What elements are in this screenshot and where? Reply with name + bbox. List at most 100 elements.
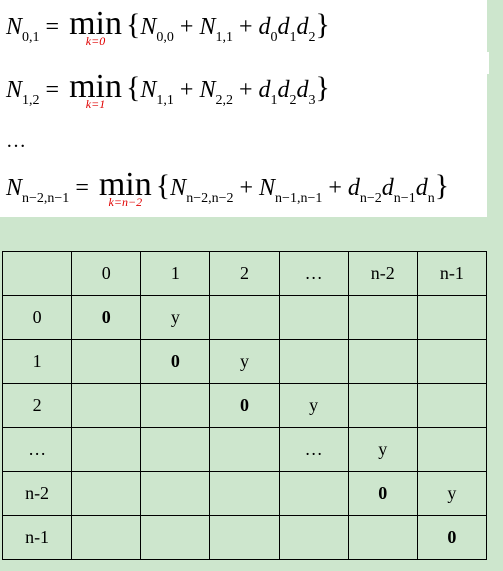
dimension-subscript: 2 bbox=[308, 30, 316, 45]
table-cell bbox=[278, 515, 349, 560]
table-row: 2 0y bbox=[1, 383, 488, 428]
table-cell bbox=[416, 339, 488, 384]
term-subscript: 0,0 bbox=[156, 30, 174, 45]
table-cell bbox=[209, 427, 280, 472]
term: N bbox=[140, 77, 157, 103]
dimension-term: d bbox=[258, 77, 271, 103]
table-cell bbox=[278, 339, 349, 384]
formula-lhs-subscript: n−2,n−1 bbox=[22, 191, 70, 206]
dimension-subscript: n−1 bbox=[393, 191, 416, 206]
term: N bbox=[199, 14, 216, 40]
column-header-cell: 2 bbox=[209, 251, 280, 296]
term: N bbox=[140, 14, 157, 40]
table-cell bbox=[278, 471, 349, 516]
column-header-cell: … bbox=[278, 251, 349, 296]
table-cell bbox=[416, 295, 488, 340]
table-cell bbox=[416, 427, 488, 472]
close-brace: } bbox=[315, 71, 330, 104]
table-cell: … bbox=[278, 427, 349, 472]
formula-lhs: N bbox=[6, 14, 23, 40]
dimension-subscript: 2 bbox=[289, 93, 297, 108]
dimension-term: d bbox=[381, 175, 394, 201]
panel-edge-mark bbox=[487, 52, 489, 74]
plus-sign: + bbox=[179, 14, 194, 40]
dimension-subscript: n bbox=[427, 191, 435, 206]
equals-sign: = bbox=[45, 14, 60, 40]
table-cell bbox=[71, 427, 142, 472]
table-cell: 0 bbox=[347, 471, 418, 516]
table-row: n-1 0 bbox=[1, 515, 488, 560]
plus-sign: + bbox=[328, 175, 342, 201]
plus-sign: + bbox=[238, 14, 253, 40]
formula-1: N1,2 = min k=1 {N1,1 + N2,2 + d1d2d3} bbox=[6, 67, 330, 110]
table-cell bbox=[347, 339, 418, 384]
dimension-term: d bbox=[277, 14, 290, 40]
table-cell bbox=[71, 339, 142, 384]
table-header-row: 0 1 2… n-2 n-1 bbox=[1, 251, 488, 296]
term-subscript: 1,1 bbox=[215, 30, 233, 45]
term: N bbox=[199, 77, 216, 103]
table-cell: y bbox=[416, 471, 488, 516]
formula-0: N0,1 = min k=0 {N0,0 + N1,1 + d0d1d2} bbox=[6, 4, 330, 47]
table-cell bbox=[140, 515, 211, 560]
table-cell bbox=[209, 295, 280, 340]
dimension-subscript: 0 bbox=[270, 30, 278, 45]
table-cell: y bbox=[209, 339, 280, 384]
min-operator: min k=0 bbox=[69, 4, 122, 47]
table-cell bbox=[140, 471, 211, 516]
dimension-subscript: 1 bbox=[289, 30, 297, 45]
row-header-cell: n-1 bbox=[1, 515, 73, 560]
table-row: 00y bbox=[1, 295, 488, 340]
min-operator: min k=n−2 bbox=[99, 165, 152, 208]
table-row: 1 0y bbox=[1, 339, 488, 384]
column-header-cell: 0 bbox=[71, 251, 142, 296]
dimension-subscript: 1 bbox=[270, 93, 278, 108]
table-cell: y bbox=[347, 427, 418, 472]
formula-panel: N0,1 = min k=0 {N0,0 + N1,1 + d0d1d2} N1,2… bbox=[0, 0, 487, 217]
row-header-cell: n-2 bbox=[1, 471, 73, 516]
equals-sign: = bbox=[75, 175, 89, 201]
formula-lhs-subscript: 0,1 bbox=[22, 30, 40, 45]
table-cell bbox=[209, 515, 280, 560]
table-row: …… y bbox=[1, 427, 488, 472]
row-header-cell: 0 bbox=[1, 295, 73, 340]
plus-sign: + bbox=[238, 77, 253, 103]
table-cell bbox=[278, 295, 349, 340]
term-subscript: 1,1 bbox=[156, 93, 174, 108]
corner-cell bbox=[1, 251, 73, 296]
table-cell bbox=[140, 383, 211, 428]
table-cell bbox=[416, 383, 488, 428]
term: N bbox=[170, 175, 187, 201]
dimension-term: d bbox=[415, 175, 428, 201]
table-cell: 0 bbox=[140, 339, 211, 384]
formula-lhs: N bbox=[6, 175, 23, 201]
table-cell bbox=[347, 383, 418, 428]
table-cell: y bbox=[140, 295, 211, 340]
table-cell bbox=[347, 515, 418, 560]
term-subscript: n−2,n−2 bbox=[186, 191, 234, 206]
plus-sign: + bbox=[179, 77, 194, 103]
dimension-term: d bbox=[347, 175, 360, 201]
row-header-cell: 1 bbox=[1, 339, 73, 384]
column-header-cell: 1 bbox=[140, 251, 211, 296]
table-cell bbox=[209, 471, 280, 516]
table-cell bbox=[71, 471, 142, 516]
dp-table: 0 1 2… n-2 n-1 0 0 y 1 0 y 2 0 y…… y n-2 0 y n-1 0 bbox=[1, 251, 488, 560]
table-cell: y bbox=[278, 383, 349, 428]
close-brace: } bbox=[434, 169, 450, 202]
dimension-term: d bbox=[258, 14, 271, 40]
row-header-cell: … bbox=[1, 427, 73, 472]
formula-2: Nn−2,n−1 = min k=n−2 {Nn−2,n−2 + Nn−1,n−1 … bbox=[6, 165, 450, 208]
table-cell: 0 bbox=[416, 515, 488, 560]
table-cell bbox=[347, 295, 418, 340]
formula-lhs: N bbox=[6, 77, 23, 103]
equals-sign: = bbox=[45, 77, 60, 103]
dp-table-body: 0 1 2… n-2 n-1 0 0 y 1 0 y 2 0 y…… y n-2 0 y n-1 0 bbox=[1, 251, 488, 560]
term: N bbox=[259, 175, 276, 201]
table-cell bbox=[71, 515, 142, 560]
dimension-term: d bbox=[296, 77, 309, 103]
term-subscript: 2,2 bbox=[215, 93, 233, 108]
table-cell: 0 bbox=[209, 383, 280, 428]
table-cell bbox=[71, 383, 142, 428]
dimension-term: d bbox=[277, 77, 290, 103]
